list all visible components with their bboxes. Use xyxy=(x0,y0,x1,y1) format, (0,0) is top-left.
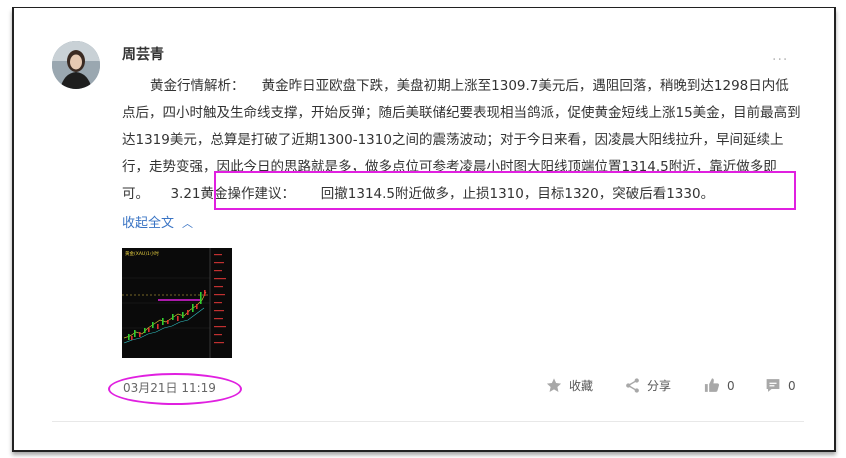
share-icon xyxy=(626,378,639,393)
collapse-full-text-link[interactable]: 收起全文 ︿ xyxy=(122,212,193,231)
date-highlight-ellipse xyxy=(108,373,242,405)
frame-bottom-border xyxy=(12,450,836,452)
share-label: 分享 xyxy=(647,379,672,393)
comment-icon xyxy=(766,379,780,392)
collapse-label: 收起全文 xyxy=(122,216,175,231)
favorite-label: 收藏 xyxy=(569,379,594,393)
share-button[interactable]: 分享 xyxy=(624,377,671,394)
chart-thumbnail-image[interactable]: 黄金(XAU)1小时 xyxy=(122,248,232,358)
thumbs-up-icon xyxy=(704,378,720,392)
star-icon xyxy=(546,378,562,392)
thumbnail-label: 黄金(XAU)1小时 xyxy=(125,250,159,257)
like-button[interactable]: 0 xyxy=(703,377,735,394)
highlight-annotation-box xyxy=(214,171,796,210)
more-options-icon[interactable]: ··· xyxy=(772,52,788,68)
post-divider xyxy=(52,421,804,422)
chevron-up-icon: ︿ xyxy=(182,217,194,230)
comment-count: 0 xyxy=(788,378,796,393)
like-count: 0 xyxy=(727,378,735,393)
favorite-button[interactable]: 收藏 xyxy=(545,377,593,394)
comment-button[interactable]: 0 xyxy=(764,377,796,394)
author-name[interactable]: 周芸青 xyxy=(122,44,164,64)
author-avatar[interactable] xyxy=(52,41,100,89)
